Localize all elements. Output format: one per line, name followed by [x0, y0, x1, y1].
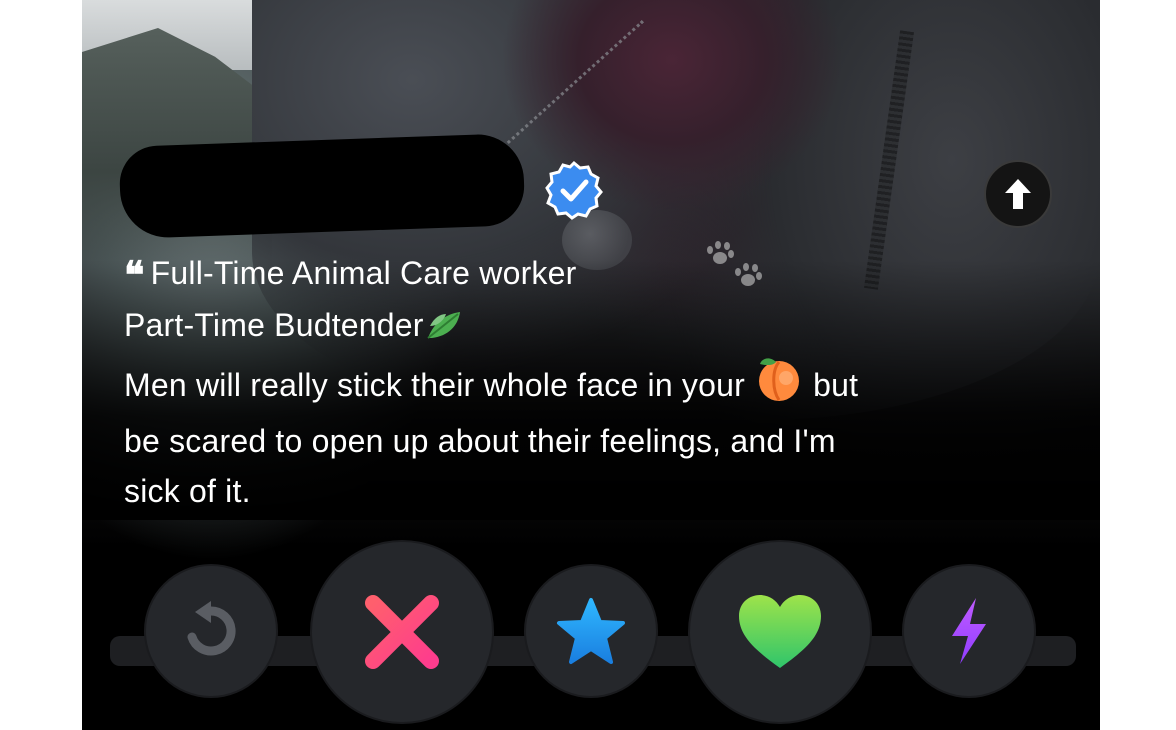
rewind-icon — [187, 601, 236, 656]
x-icon — [365, 595, 439, 669]
peach-emoji — [754, 356, 804, 416]
bio-text-occupation-1: Full-Time Animal Care worker — [150, 255, 577, 291]
lightning-icon — [952, 598, 986, 664]
super-like-button[interactable] — [526, 566, 656, 696]
open-profile-button[interactable] — [984, 160, 1052, 228]
bio-text-3a: Men will really stick their whole face i… — [124, 367, 745, 403]
star-icon — [557, 598, 625, 664]
bio-line-1: ❝ Full-Time Animal Care worker — [124, 248, 1064, 300]
leaf-emoji — [424, 306, 464, 356]
profile-card: ❝ Full-Time Animal Care worker Part-Time … — [82, 0, 1100, 730]
boost-button[interactable] — [904, 566, 1034, 696]
bio-line-2: Part-Time Budtender — [124, 300, 1064, 356]
rewind-button[interactable] — [146, 566, 276, 696]
photo-hair — [502, 0, 842, 290]
redacted-name — [118, 132, 526, 240]
heart-icon — [739, 595, 821, 668]
bio-line-3: Men will really stick their whole face i… — [124, 356, 1064, 416]
like-button[interactable] — [690, 542, 870, 722]
arrow-up-icon — [1005, 179, 1031, 209]
quote-icon: ❝ — [124, 252, 145, 297]
bio-text-occupation-2: Part-Time Budtender — [124, 307, 424, 343]
profile-bio: ❝ Full-Time Animal Care worker Part-Time … — [124, 248, 1064, 516]
bio-line-5: sick of it. — [124, 473, 251, 509]
nope-button[interactable] — [312, 542, 492, 722]
bio-text-3b: but — [813, 367, 859, 403]
bio-line-4: be scared to open up about their feeling… — [124, 423, 836, 459]
verified-check-icon — [544, 160, 604, 220]
